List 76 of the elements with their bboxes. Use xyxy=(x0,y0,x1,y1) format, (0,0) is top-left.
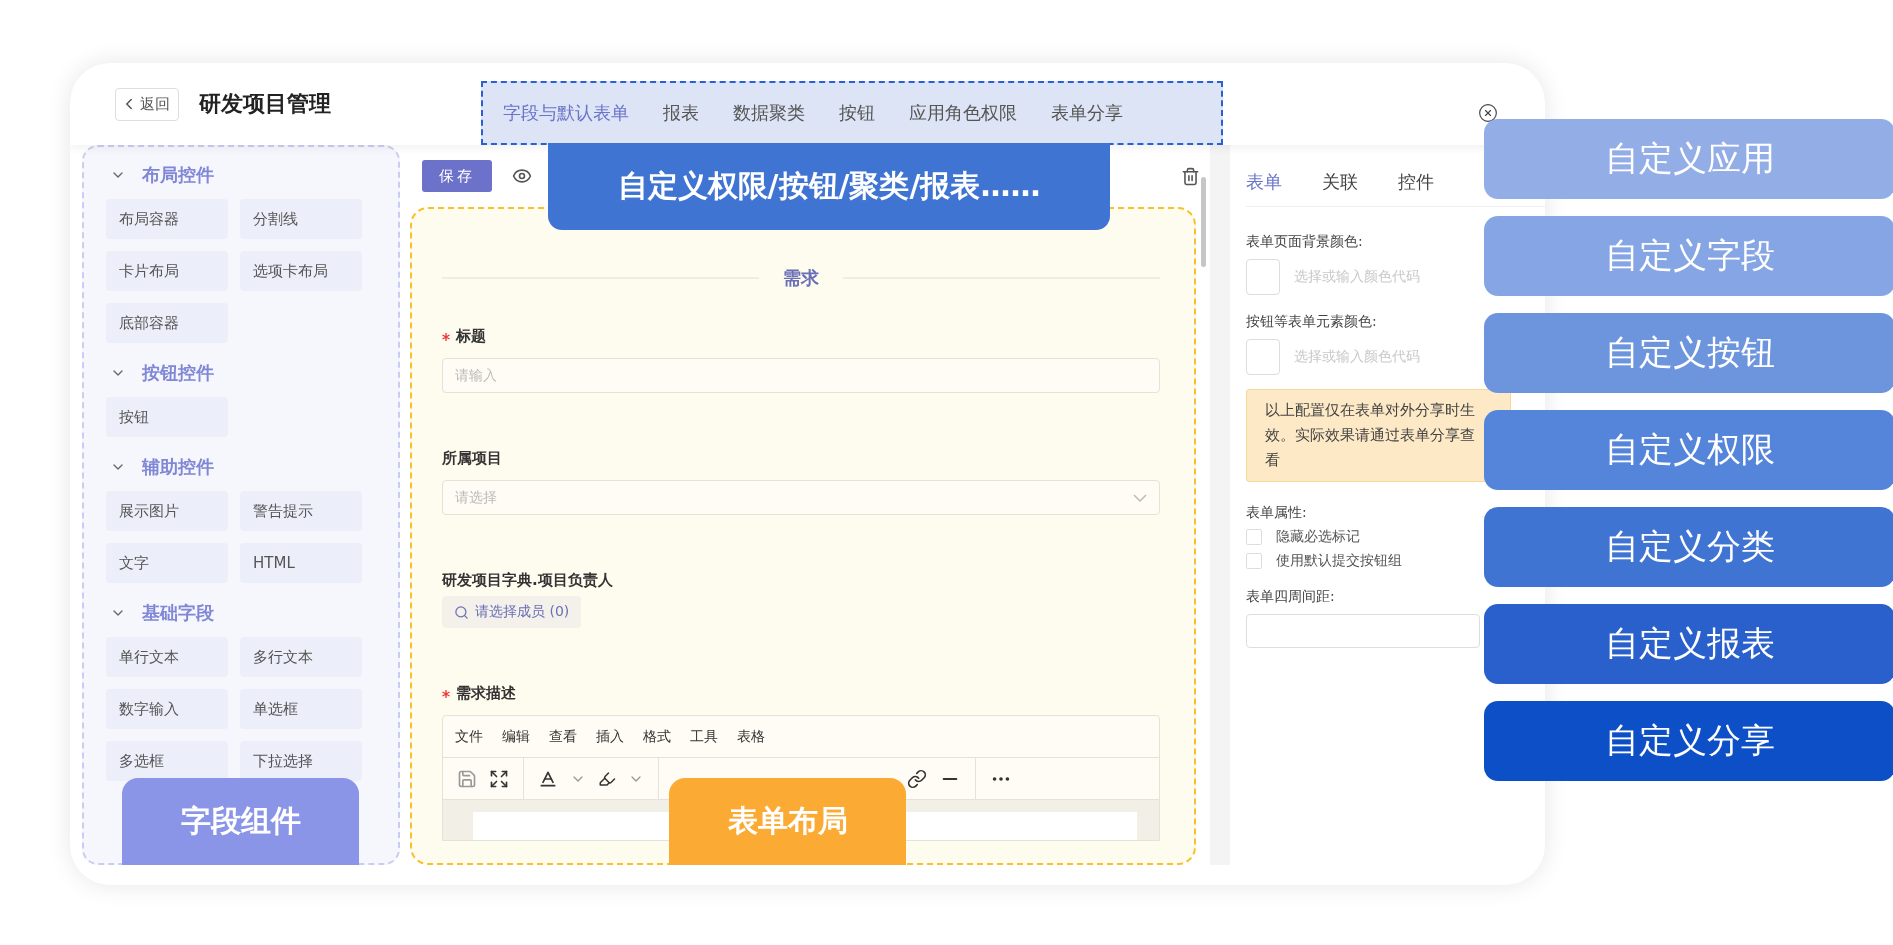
feature-label: 自定义分享 xyxy=(1484,701,1893,781)
group-title: 辅助控件 xyxy=(142,455,214,479)
feature-label: 自定义按钮 xyxy=(1484,313,1893,393)
field-label: 研发项目字典.项目负责人 xyxy=(442,571,613,590)
palette-item[interactable]: 展示图片 xyxy=(106,491,228,531)
palette-item[interactable]: 单选框 xyxy=(240,689,362,729)
save-button[interactable]: 保存 xyxy=(422,160,492,192)
property-label: 表单属性: xyxy=(1246,504,1308,522)
palette-item[interactable]: 文字 xyxy=(106,543,228,583)
close-icon[interactable] xyxy=(1478,103,1498,123)
checkbox-label: 隐藏必选标记 xyxy=(1276,528,1360,546)
palette-item[interactable]: 多行文本 xyxy=(240,637,362,677)
section-title: 需求 xyxy=(783,266,819,290)
group-title: 基础字段 xyxy=(142,601,214,625)
palette-item[interactable]: 下拉选择 xyxy=(240,741,362,781)
tab[interactable]: 控件 xyxy=(1398,170,1434,194)
palette-item[interactable]: 数字输入 xyxy=(106,689,228,729)
padding-input[interactable] xyxy=(1246,614,1480,648)
search-icon xyxy=(454,604,469,620)
field-label: 标题 xyxy=(456,327,486,346)
callout-banner: 自定义权限/按钮/聚类/报表…… xyxy=(548,143,1110,230)
delete-icon[interactable] xyxy=(1181,166,1200,186)
preview-icon[interactable] xyxy=(512,166,532,186)
callout-banner: 字段组件 xyxy=(122,778,359,865)
caret-icon xyxy=(1133,493,1147,502)
member-picker-button[interactable]: 请选择成员 (0) xyxy=(442,596,582,628)
feature-label: 自定义权限 xyxy=(1484,410,1893,490)
color-swatch[interactable] xyxy=(1246,259,1280,295)
feature-label: 自定义应用 xyxy=(1484,119,1893,199)
link-icon[interactable] xyxy=(907,768,927,789)
palette-item[interactable]: 按钮 xyxy=(106,397,228,437)
callout-banner: 表单布局 xyxy=(669,778,906,865)
feature-label: 自定义分类 xyxy=(1484,507,1893,587)
group-title: 布局控件 xyxy=(142,163,214,187)
tab[interactable]: 按钮 xyxy=(839,101,875,125)
palette-item[interactable]: 警告提示 xyxy=(240,491,362,531)
save-icon[interactable] xyxy=(457,768,477,789)
editor-menu-item[interactable]: 文件 xyxy=(455,727,483,746)
editor-menu-item[interactable]: 编辑 xyxy=(502,727,530,746)
property-label: 按钮等表单元素颜色: xyxy=(1246,313,1378,331)
highlighter-icon[interactable] xyxy=(598,769,616,788)
property-label: 表单页面背景颜色: xyxy=(1246,233,1364,251)
back-button[interactable]: 返回 xyxy=(115,87,179,121)
palette-item[interactable]: 多选框 xyxy=(106,741,228,781)
page-title: 研发项目管理 xyxy=(199,90,331,118)
checkbox[interactable] xyxy=(1246,529,1262,545)
property-label: 表单四周间距: xyxy=(1246,588,1336,606)
palette-item[interactable]: 单行文本 xyxy=(106,637,228,677)
group-title: 按钮控件 xyxy=(142,361,214,385)
palette-item[interactable]: 底部容器 xyxy=(106,303,228,343)
tab[interactable]: 关联 xyxy=(1322,170,1358,194)
tab[interactable]: 应用角色权限 xyxy=(909,101,1017,125)
tab[interactable]: 表单分享 xyxy=(1051,101,1123,125)
tab[interactable]: 表单 xyxy=(1246,170,1282,194)
checkbox[interactable] xyxy=(1246,553,1262,569)
scrollbar-thumb[interactable] xyxy=(1200,177,1206,267)
color-swatch[interactable] xyxy=(1246,339,1280,375)
notice-message: 以上配置仅在表单对外分享时生效。实际效果请通过表单分享查看 xyxy=(1246,389,1511,482)
palette-item[interactable]: 卡片布局 xyxy=(106,251,228,291)
palette-item[interactable]: 布局容器 xyxy=(106,199,228,239)
feature-label: 自定义报表 xyxy=(1484,604,1893,684)
tab[interactable]: 数据聚类 xyxy=(733,101,805,125)
field-label: 需求描述 xyxy=(456,684,516,703)
palette-item[interactable]: HTML xyxy=(240,543,362,583)
fullscreen-icon[interactable] xyxy=(489,768,509,789)
editor-menu-item[interactable]: 格式 xyxy=(643,727,671,746)
palette-item[interactable]: 分割线 xyxy=(240,199,362,239)
checkbox-label: 使用默认提交按钮组 xyxy=(1276,552,1402,570)
tab[interactable]: 报表 xyxy=(663,101,699,125)
editor-menu-item[interactable]: 查看 xyxy=(549,727,577,746)
editor-menu-item[interactable]: 插入 xyxy=(596,727,624,746)
feature-label: 自定义字段 xyxy=(1484,216,1893,296)
palette-item[interactable]: 选项卡布局 xyxy=(240,251,362,291)
editor-menu-item[interactable]: 工具 xyxy=(690,727,718,746)
editor-menu-item[interactable]: 表格 xyxy=(737,727,765,746)
field-label: 所属项目 xyxy=(442,449,502,468)
